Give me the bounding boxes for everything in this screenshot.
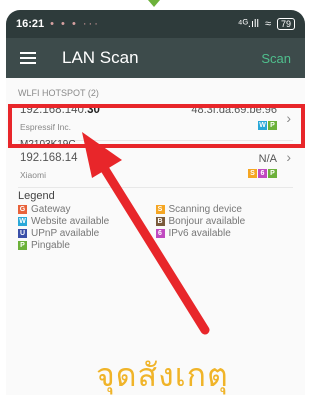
annotation-caption: จุดสังเกตุ — [96, 357, 229, 393]
annotation-arrow — [82, 132, 210, 335]
